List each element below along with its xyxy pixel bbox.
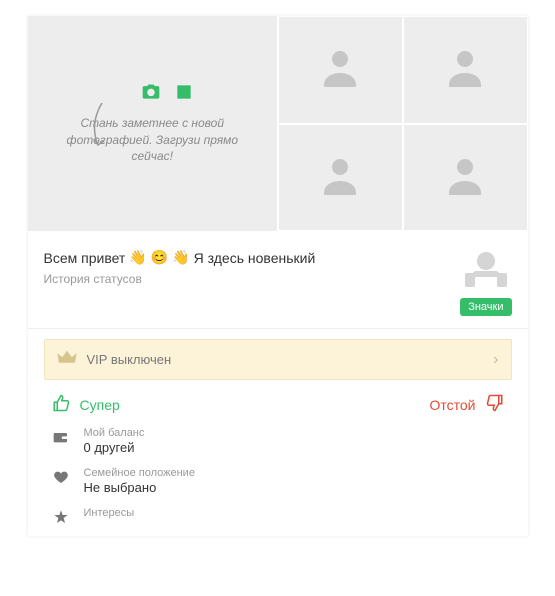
crown-icon	[57, 350, 77, 369]
wallet-icon	[52, 427, 70, 445]
thumbs-down-icon	[486, 394, 504, 415]
avatar-grid	[278, 16, 528, 231]
vip-row[interactable]: VIP выключен ›	[44, 339, 512, 380]
arrow-decorative	[88, 101, 112, 156]
upload-photo-tile[interactable]: Стань заметнее с новой фотографией. Загр…	[28, 16, 279, 231]
wave-emoji: 👋	[172, 249, 189, 266]
status-history-link[interactable]: История статусов	[44, 272, 461, 286]
avatar-slot[interactable]	[403, 124, 528, 232]
person-icon	[316, 43, 364, 96]
marital-row[interactable]: Семейное положение Не выбрано	[28, 461, 528, 501]
interests-label: Интересы	[84, 507, 135, 519]
rate-bad-button[interactable]: Отстой	[429, 394, 503, 415]
rate-super-button[interactable]: Супер	[52, 394, 120, 415]
balance-label: Мой баланс	[84, 427, 145, 439]
upload-hint-text: Стань заметнее с новой фотографией. Загр…	[28, 115, 278, 165]
vip-label: VIP выключен	[87, 352, 172, 367]
wave-emoji: 👋	[129, 249, 146, 266]
person-icon	[441, 43, 489, 96]
balance-value: 0 другей	[84, 440, 145, 455]
person-icon	[441, 151, 489, 204]
balance-row[interactable]: Мой баланс 0 другей	[28, 421, 528, 461]
person-icon	[316, 151, 364, 204]
status-text[interactable]: Всем привет 👋 😊 👋 Я здесь новенький	[44, 249, 461, 266]
star-icon	[52, 507, 70, 525]
heart-icon	[52, 467, 70, 485]
interests-row[interactable]: Интересы	[28, 501, 528, 531]
avatar-slot[interactable]	[278, 124, 403, 232]
badges-label: Значки	[460, 298, 511, 316]
status-section: Всем привет 👋 😊 👋 Я здесь новенький Исто…	[28, 231, 528, 329]
avatar-slot[interactable]	[278, 16, 403, 124]
chevron-right-icon: ›	[493, 351, 498, 369]
image-icon	[174, 82, 194, 107]
smile-emoji: 😊	[151, 249, 168, 266]
marital-label: Семейное положение	[84, 467, 195, 479]
thumbs-up-icon	[52, 394, 70, 415]
top-section: Стань заметнее с новой фотографией. Загр…	[28, 16, 528, 231]
avatar-slot[interactable]	[403, 16, 528, 124]
badge-figure-icon	[463, 249, 509, 296]
upload-icons	[140, 82, 194, 107]
badges-widget[interactable]: Значки	[460, 249, 511, 316]
camera-icon	[140, 82, 162, 107]
marital-value: Не выбрано	[84, 480, 195, 495]
rating-row: Супер Отстой	[28, 386, 528, 421]
